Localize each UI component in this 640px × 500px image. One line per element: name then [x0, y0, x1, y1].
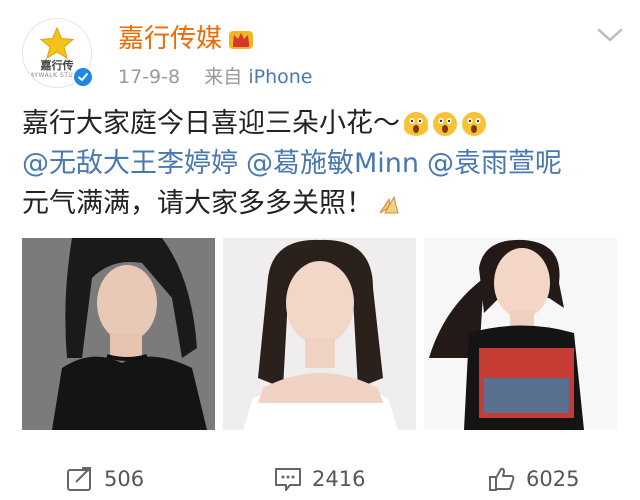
thumbs-up-icon — [489, 467, 515, 491]
like-count: 6025 — [526, 467, 580, 491]
post-text-line-2: @无敌大王李婷婷 @葛施敏Minn @袁雨萱呢 — [22, 144, 622, 184]
scream-emoji-icon — [403, 112, 429, 136]
repost-icon — [67, 467, 91, 491]
comment-button[interactable]: 2416 — [274, 466, 365, 492]
account-name[interactable]: 嘉行传媒 — [118, 22, 222, 56]
source-device[interactable]: iPhone — [248, 66, 312, 88]
post-text-outro: 元气满满，请大家多多关照！ — [22, 188, 373, 219]
post-text: 嘉行大家庭今日喜迎三朵小花～ @无敌大王李婷婷 @葛施敏Minn @袁雨萱呢 元… — [22, 104, 622, 224]
photo-woman-graphic-tshirt[interactable] — [424, 238, 617, 430]
mention-link[interactable]: @袁雨萱呢 — [427, 144, 562, 184]
chevron-down-icon[interactable] — [596, 26, 624, 44]
mention-link[interactable]: @葛施敏Minn — [246, 144, 419, 184]
post-action-bar: 506 2416 6025 — [0, 466, 640, 500]
scream-emoji-icon — [433, 112, 457, 136]
post-text-line-1: 嘉行大家庭今日喜迎三朵小花～ — [22, 104, 622, 144]
post-text-line-3: 元气满满，请大家多多关照！ — [22, 184, 622, 224]
star-logo-icon — [40, 27, 74, 59]
mention-link[interactable]: @无敌大王李婷婷 — [22, 144, 238, 184]
like-button[interactable]: 6025 — [488, 466, 579, 492]
source-prefix: 来自 — [204, 66, 243, 88]
post-header: 嘉行传 JAYWALK STUDIO 嘉行传媒 17-9-8 来自 iPhone — [0, 0, 640, 100]
avatar-brand-text: 嘉行传 — [40, 59, 74, 72]
post-timestamp: 17-9-8 — [118, 66, 181, 88]
repost-count: 506 — [104, 467, 145, 491]
verified-badge-icon — [72, 66, 94, 88]
repost-button[interactable]: 506 — [66, 466, 144, 492]
crown-vip-icon — [229, 31, 253, 49]
photo-woman-white-off-shoulder[interactable] — [223, 238, 416, 430]
post-meta: 17-9-8 来自 iPhone — [118, 64, 312, 90]
scream-emoji-icon — [462, 112, 486, 136]
pray-hands-emoji-icon — [379, 195, 399, 214]
comment-count: 2416 — [312, 467, 366, 491]
post-text-intro: 嘉行大家庭今日喜迎三朵小花～ — [22, 108, 400, 139]
photo-woman-black-leather-jacket[interactable] — [22, 238, 215, 430]
photo-grid — [22, 238, 618, 430]
comment-icon — [275, 468, 301, 491]
